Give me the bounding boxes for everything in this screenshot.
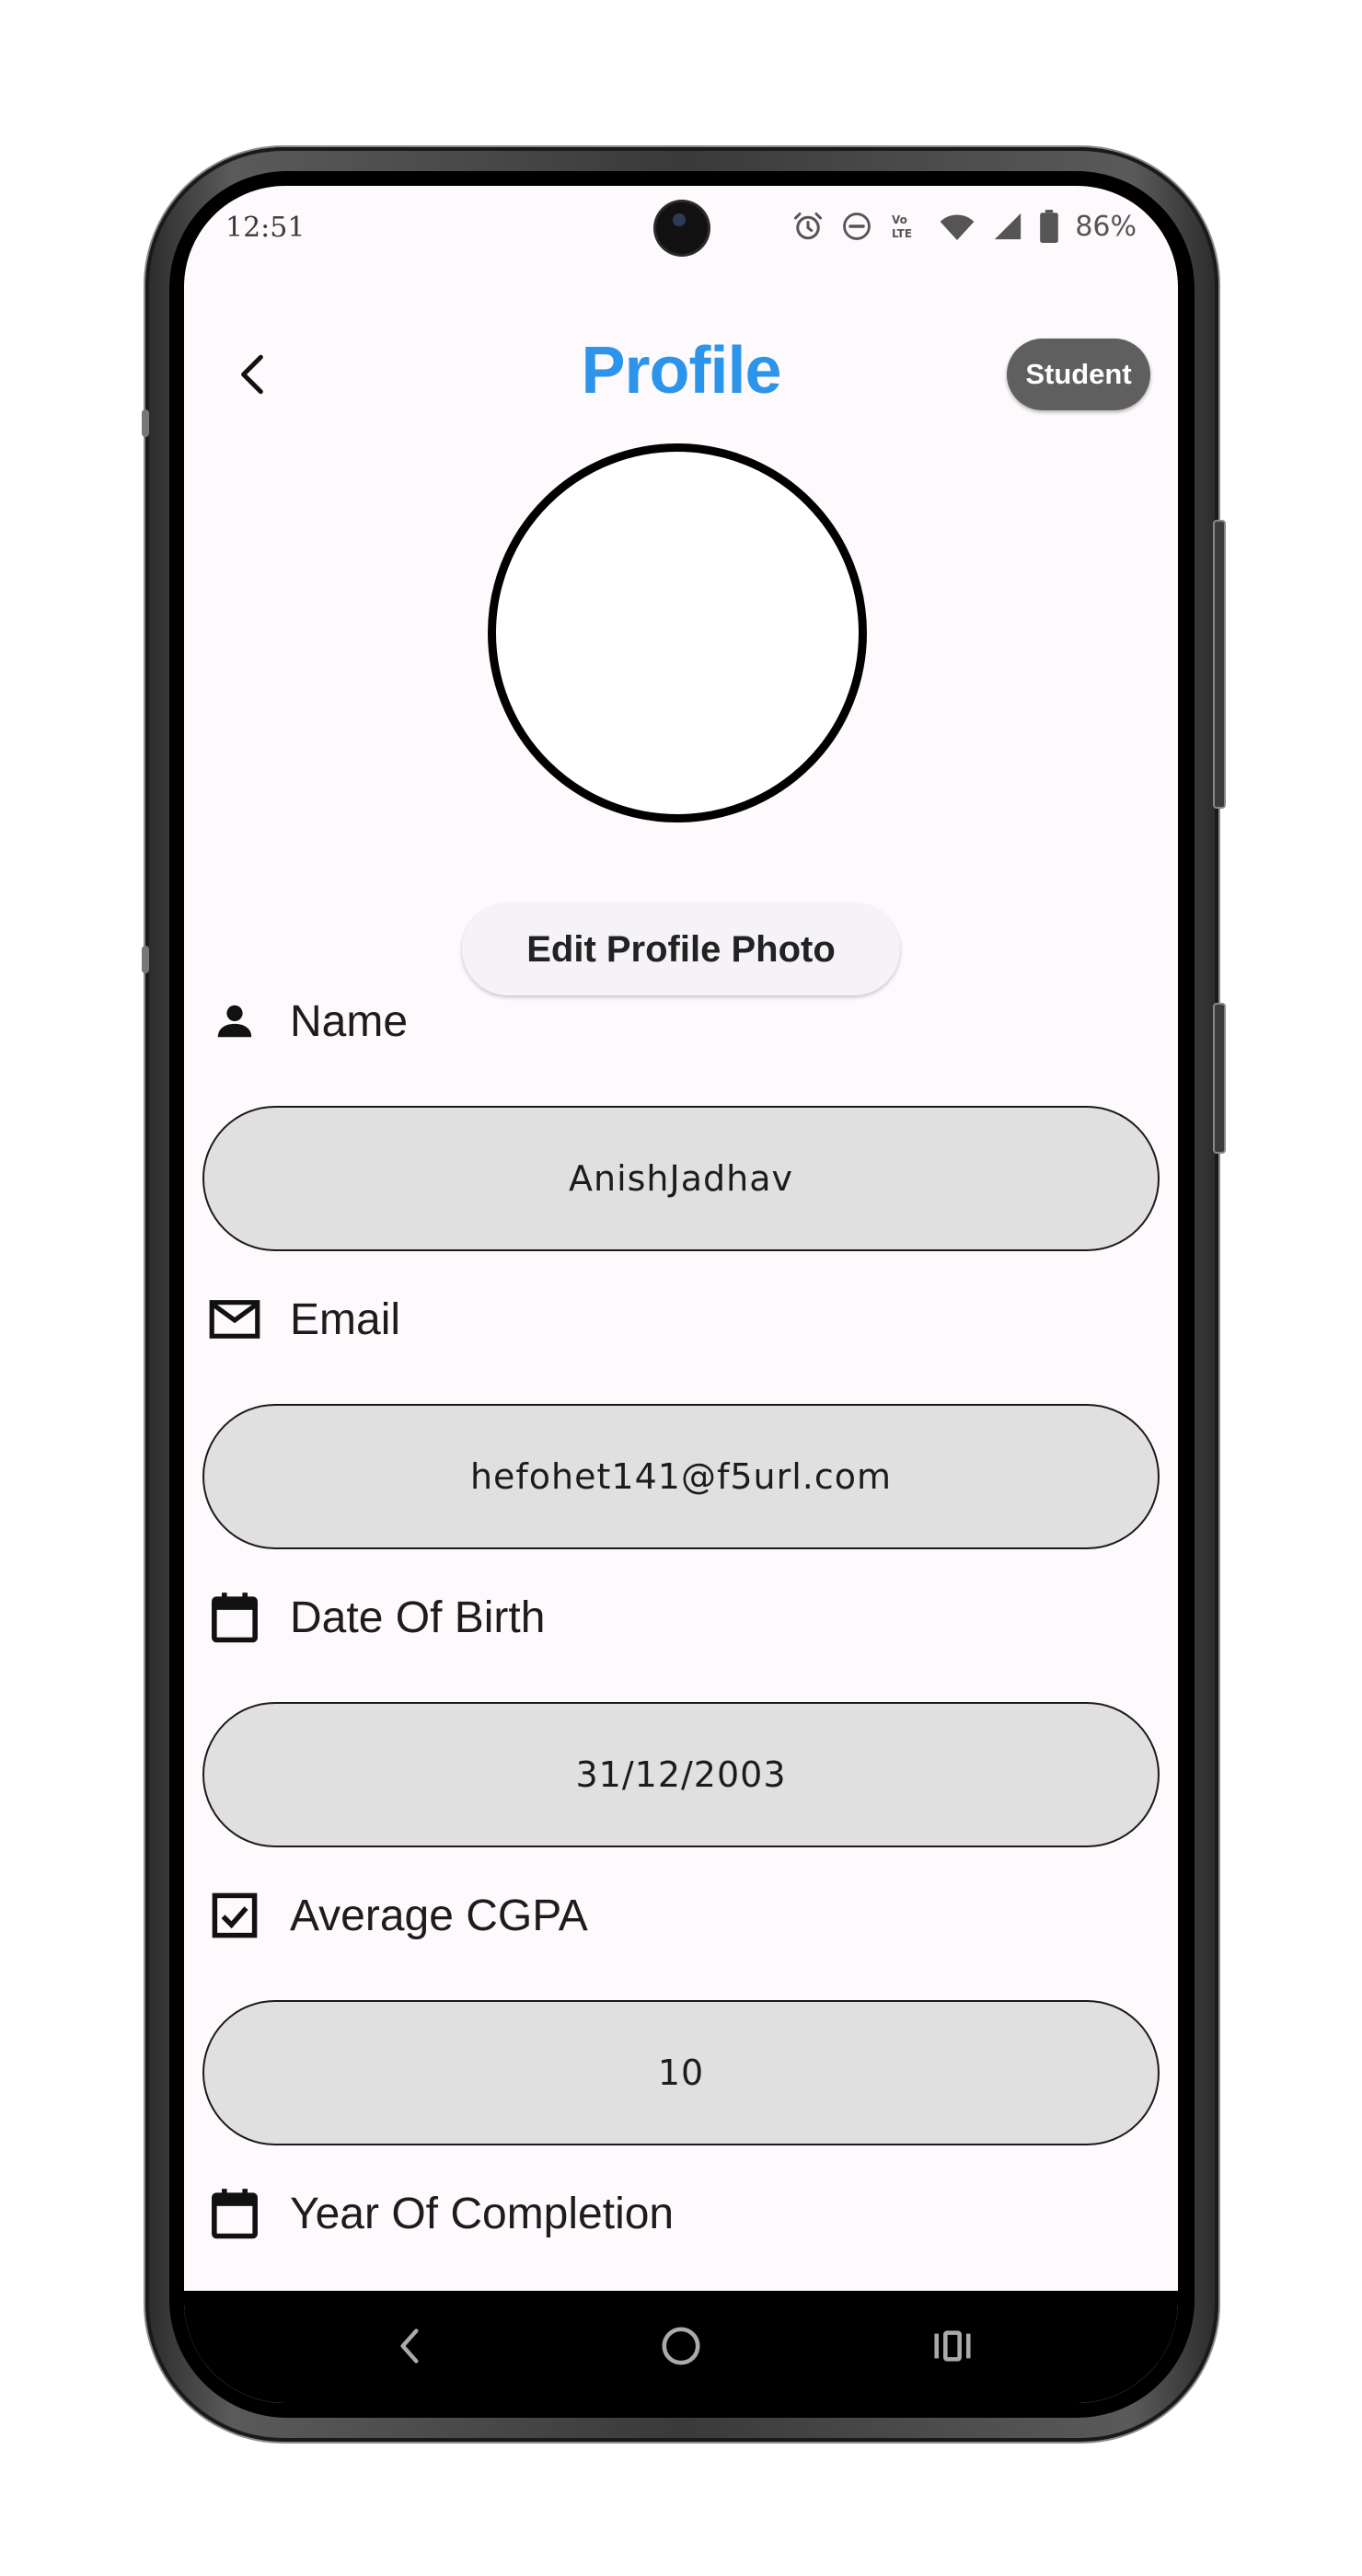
- do-not-disturb-icon: [841, 211, 872, 242]
- cgpa-field[interactable]: 10: [202, 2000, 1160, 2145]
- battery-icon: [1040, 210, 1059, 243]
- side-mark-top: [142, 409, 149, 437]
- completion-year-label-text: Year Of Completion: [290, 2189, 675, 2238]
- signal-icon: [992, 211, 1023, 242]
- alarm-icon: [791, 210, 825, 243]
- name-label: Name: [207, 994, 408, 1049]
- role-badge[interactable]: Student: [1007, 339, 1150, 410]
- front-camera: [656, 202, 708, 254]
- email-label: Email: [207, 1292, 400, 1347]
- name-field[interactable]: AnishJadhav: [202, 1106, 1160, 1251]
- nav-back-button[interactable]: [382, 2318, 437, 2374]
- email-label-text: Email: [290, 1294, 401, 1344]
- power-button: [1213, 520, 1226, 809]
- home-nav-icon: [662, 2327, 700, 2365]
- status-time: 12:51: [225, 212, 306, 244]
- screen: 12:51 Vo LTE 86% Profile Student Edit Pr…: [184, 186, 1178, 2403]
- volume-button: [1213, 1003, 1226, 1154]
- avatar[interactable]: [488, 443, 867, 822]
- svg-text:Vo: Vo: [892, 213, 907, 226]
- completion-year-label: Year Of Completion: [207, 2186, 674, 2241]
- calendar-icon: [207, 2186, 262, 2241]
- recents-nav-icon: [934, 2330, 971, 2362]
- cgpa-label-text: Average CGPA: [290, 1891, 588, 1940]
- nav-home-button[interactable]: [653, 2318, 709, 2374]
- dob-field[interactable]: 31/12/2003: [202, 1702, 1160, 1847]
- volte-icon: Vo LTE: [889, 210, 922, 243]
- status-icons: Vo LTE 86%: [791, 210, 1137, 243]
- checkbox-icon: [207, 1888, 262, 1943]
- system-nav-bar: [184, 2291, 1178, 2403]
- nav-recents-button[interactable]: [925, 2318, 980, 2374]
- wifi-icon: [939, 210, 975, 243]
- dob-label-text: Date Of Birth: [290, 1593, 546, 1642]
- status-bar: 12:51 Vo LTE 86%: [184, 186, 1178, 287]
- email-field[interactable]: hefohet141@f5url.com: [202, 1404, 1160, 1549]
- name-label-text: Name: [290, 996, 409, 1046]
- cgpa-label: Average CGPA: [207, 1888, 588, 1943]
- battery-percent: 86%: [1075, 210, 1137, 243]
- mail-icon: [207, 1292, 262, 1347]
- dob-label: Date Of Birth: [207, 1590, 545, 1645]
- calendar-icon: [207, 1590, 262, 1645]
- back-nav-icon: [400, 2329, 419, 2363]
- edit-profile-photo-button[interactable]: Edit Profile Photo: [462, 903, 900, 995]
- side-mark-bottom: [142, 946, 149, 973]
- svg-text:LTE: LTE: [892, 227, 912, 240]
- person-icon: [207, 994, 262, 1049]
